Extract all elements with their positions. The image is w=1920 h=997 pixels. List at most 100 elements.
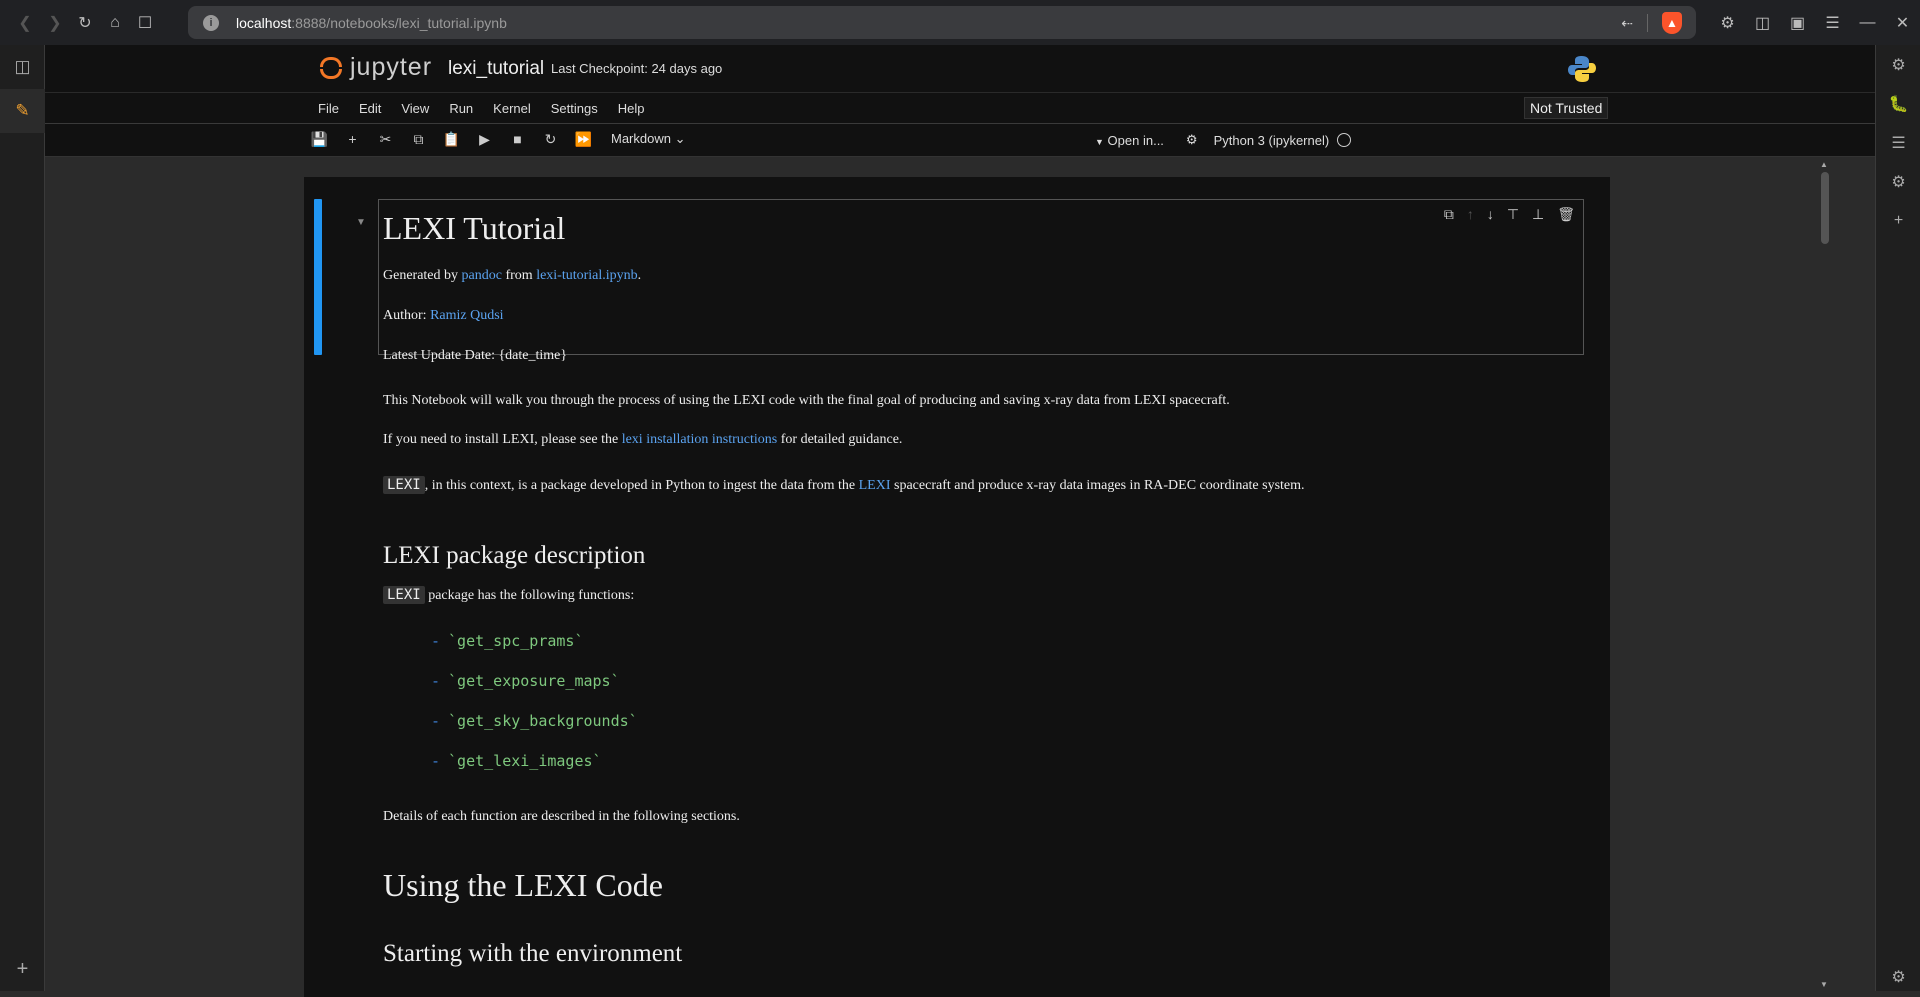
add-icon[interactable]: + [0,958,45,981]
bookmark-icon[interactable]: ☐ [130,8,160,38]
details-paragraph: Details of each function are described i… [383,809,740,824]
insert-above-icon[interactable]: ⊤ [1507,206,1519,223]
update-date-line: Latest Update Date: {date_time} [383,348,568,363]
collapse-heading-icon[interactable]: ▼ [356,217,366,228]
source-file-link[interactable]: lexi-tutorial.ipynb [536,268,637,283]
insert-cell-icon[interactable]: + [340,131,365,148]
share-icon[interactable]: ⇠ [1621,15,1633,32]
chevron-down-icon: ⌄ [674,131,686,146]
address-bar[interactable]: i localhost:8888/notebooks/lexi_tutorial… [188,6,1696,39]
menu-bar: File Edit View Run Kernel Settings Help … [45,92,1875,124]
scroll-down-icon[interactable]: ▼ [1820,980,1828,989]
menu-icon[interactable]: ☰ [1815,8,1850,38]
list-item: - `get_exposure_maps` [431,672,620,690]
function-name: `get_spc_prams` [448,632,584,650]
function-name: `get_sky_backgrounds` [448,712,638,730]
kernel-name[interactable]: Python 3 (ipykernel) [1214,133,1330,148]
active-cell-indicator[interactable] [314,199,322,355]
menu-run[interactable]: Run [449,101,473,116]
author-label: Author: [383,308,431,323]
notebook-scrollbar[interactable]: ▲ ▼ [1818,157,1831,991]
generated-by-line: Generated by pandoc from lexi-tutorial.i… [383,268,641,284]
notebook-title-heading: LEXI Tutorial [383,210,566,246]
settings-icon[interactable]: ⚙ [1876,162,1920,201]
brave-shields-icon[interactable]: ▲ [1662,12,1682,34]
install-prefix: If you need to install LEXI, please see … [383,432,622,447]
delete-cell-icon[interactable]: 🗑 [1557,206,1575,223]
menu-edit[interactable]: Edit [359,101,381,116]
copy-icon[interactable]: ⧉ [406,131,431,148]
cell-type-select[interactable]: Markdown ⌄ [611,131,686,147]
cut-icon[interactable]: ✂ [373,131,398,148]
close-window-icon[interactable]: ✕ [1885,8,1920,38]
extensions-icon[interactable]: ⚙ [1710,8,1745,38]
notebook-icon[interactable]: ✎ [0,89,45,133]
run-icon[interactable]: ▶ [472,131,497,148]
intro-paragraph: This Notebook will walk you through the … [383,393,1230,408]
wallet-icon[interactable]: ▣ [1780,8,1815,38]
generated-mid: from [501,268,537,283]
inline-code-lexi-pkg: LEXI [383,586,425,604]
scroll-up-icon[interactable]: ▲ [1820,160,1828,169]
jupyter-logo-text: jupyter [350,53,433,81]
jupyter-logo[interactable]: jupyter [318,53,432,82]
home-icon[interactable]: ⌂ [100,8,130,38]
author-link[interactable]: Ramiz Qudsi [430,308,504,323]
move-up-icon[interactable]: ↑ [1467,206,1474,223]
site-info-icon[interactable]: i [203,14,219,31]
property-inspector-icon[interactable]: ⚙ [1876,45,1920,84]
panel-toggle-icon[interactable]: ◫ [0,45,45,89]
menu-settings[interactable]: Settings [551,101,598,116]
menu-kernel[interactable]: Kernel [493,101,531,116]
scrollbar-thumb[interactable] [1821,172,1829,244]
inline-code-lexi: LEXI [383,476,425,494]
sidebar-toggle-icon[interactable]: ◫ [1745,8,1780,38]
trust-status-button[interactable]: Not Trusted [1524,97,1609,119]
lexi-link[interactable]: LEXI [859,478,891,493]
function-name: `get_lexi_images` [448,752,602,770]
menu-file[interactable]: File [318,101,339,116]
context-mid: , in this context, is a package develope… [424,478,859,493]
minimize-icon[interactable]: — [1850,8,1885,38]
save-icon[interactable]: 💾 [307,131,332,148]
gear-icon[interactable]: ⚙ [1876,967,1920,987]
debugger-panel-icon[interactable]: 🐛 [1876,84,1920,123]
stop-icon[interactable]: ■ [505,131,530,148]
duplicate-cell-icon[interactable]: ⧉ [1444,206,1454,223]
checkpoint-status: Last Checkpoint: 24 days ago [551,61,723,76]
list-item: - `get_lexi_images` [431,752,602,770]
insert-below-icon[interactable]: ⊥ [1532,206,1544,223]
package-text: package has the following functions: [424,588,635,603]
open-in-dropdown[interactable]: ▼ Open in... [1095,133,1164,148]
back-icon[interactable]: ❮ [10,8,40,38]
using-lexi-heading: Using the LEXI Code [383,867,663,903]
add-panel-icon[interactable]: + [1876,201,1920,240]
list-dash: - [431,672,441,690]
reload-icon[interactable]: ↻ [70,8,100,38]
install-paragraph: If you need to install LEXI, please see … [383,432,902,448]
python-logo-icon [1568,56,1596,82]
open-in-label: Open in... [1107,132,1164,148]
url-host: localhost [236,14,292,31]
menu-view[interactable]: View [401,101,429,116]
list-dash: - [431,752,441,770]
forward-icon[interactable]: ❯ [40,8,70,38]
menu-help[interactable]: Help [618,101,645,116]
table-of-contents-icon[interactable]: ☰ [1876,123,1920,162]
paste-icon[interactable]: 📋 [439,131,464,148]
notebook-area: ▼ ⧉ ↑ ↓ ⊤ ⊥ 🗑 LEXI Tutorial Generated by… [45,157,1875,997]
notebook-title[interactable]: lexi_tutorial [448,58,544,80]
pandoc-link[interactable]: pandoc [462,268,502,283]
context-paragraph: LEXI, in this context, is a package deve… [383,476,1305,494]
browser-toolbar: ❮ ❯ ↻ ⌂ ☐ i localhost:8888/notebooks/lex… [0,0,1920,45]
generated-prefix: Generated by [383,268,462,283]
restart-icon[interactable]: ↻ [538,131,563,148]
move-down-icon[interactable]: ↓ [1487,206,1494,223]
fast-forward-icon[interactable]: ⏩ [571,131,596,148]
url-path: :8888/notebooks/lexi_tutorial.ipynb [291,14,507,31]
caret-down-icon: ▼ [1095,136,1104,147]
install-suffix: for detailed guidance. [777,432,903,447]
install-instructions-link[interactable]: lexi installation instructions [622,432,778,447]
debugger-icon[interactable]: ⚙ [1186,132,1198,148]
jupyter-header: jupyter lexi_tutorial Last Checkpoint: 2… [45,45,1875,92]
